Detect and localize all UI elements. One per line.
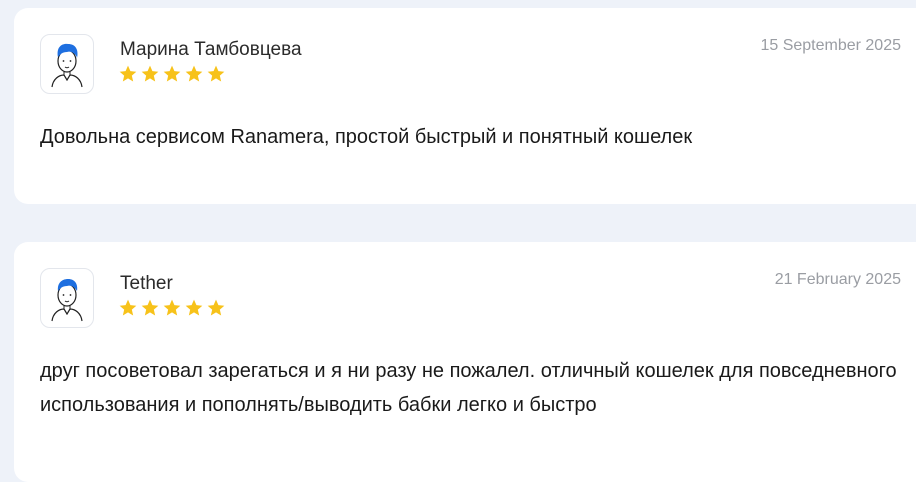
star-icon bbox=[141, 299, 159, 316]
avatar bbox=[40, 268, 94, 328]
review-card: Марина Тамбовцева 15 September 2025 Дово… bbox=[14, 8, 916, 204]
rating-stars bbox=[118, 64, 226, 84]
user-avatar-icon bbox=[51, 43, 83, 88]
review-text: друг посоветовал зарегаться и я ни разу … bbox=[40, 360, 897, 416]
user-avatar-icon bbox=[51, 279, 83, 322]
star-icon bbox=[207, 299, 225, 316]
star-icon bbox=[119, 65, 137, 82]
star-icon bbox=[163, 65, 181, 82]
rating-stars bbox=[118, 298, 226, 318]
star-icon bbox=[141, 65, 159, 82]
star-icon bbox=[185, 65, 203, 82]
review-date: 21 February 2025 bbox=[774, 271, 901, 288]
review-text: Довольна сервисом Ranamera, простой быст… bbox=[40, 126, 693, 148]
star-icon bbox=[207, 65, 225, 82]
review-author: Марина Тамбовцева bbox=[120, 39, 302, 60]
review-date: 15 September 2025 bbox=[760, 37, 901, 54]
review-card: Tether 21 February 2025 друг посоветовал… bbox=[14, 242, 916, 482]
avatar bbox=[40, 34, 94, 94]
review-author: Tether bbox=[120, 273, 173, 294]
star-icon bbox=[119, 299, 137, 316]
star-icon bbox=[185, 299, 203, 316]
star-icon bbox=[163, 299, 181, 316]
